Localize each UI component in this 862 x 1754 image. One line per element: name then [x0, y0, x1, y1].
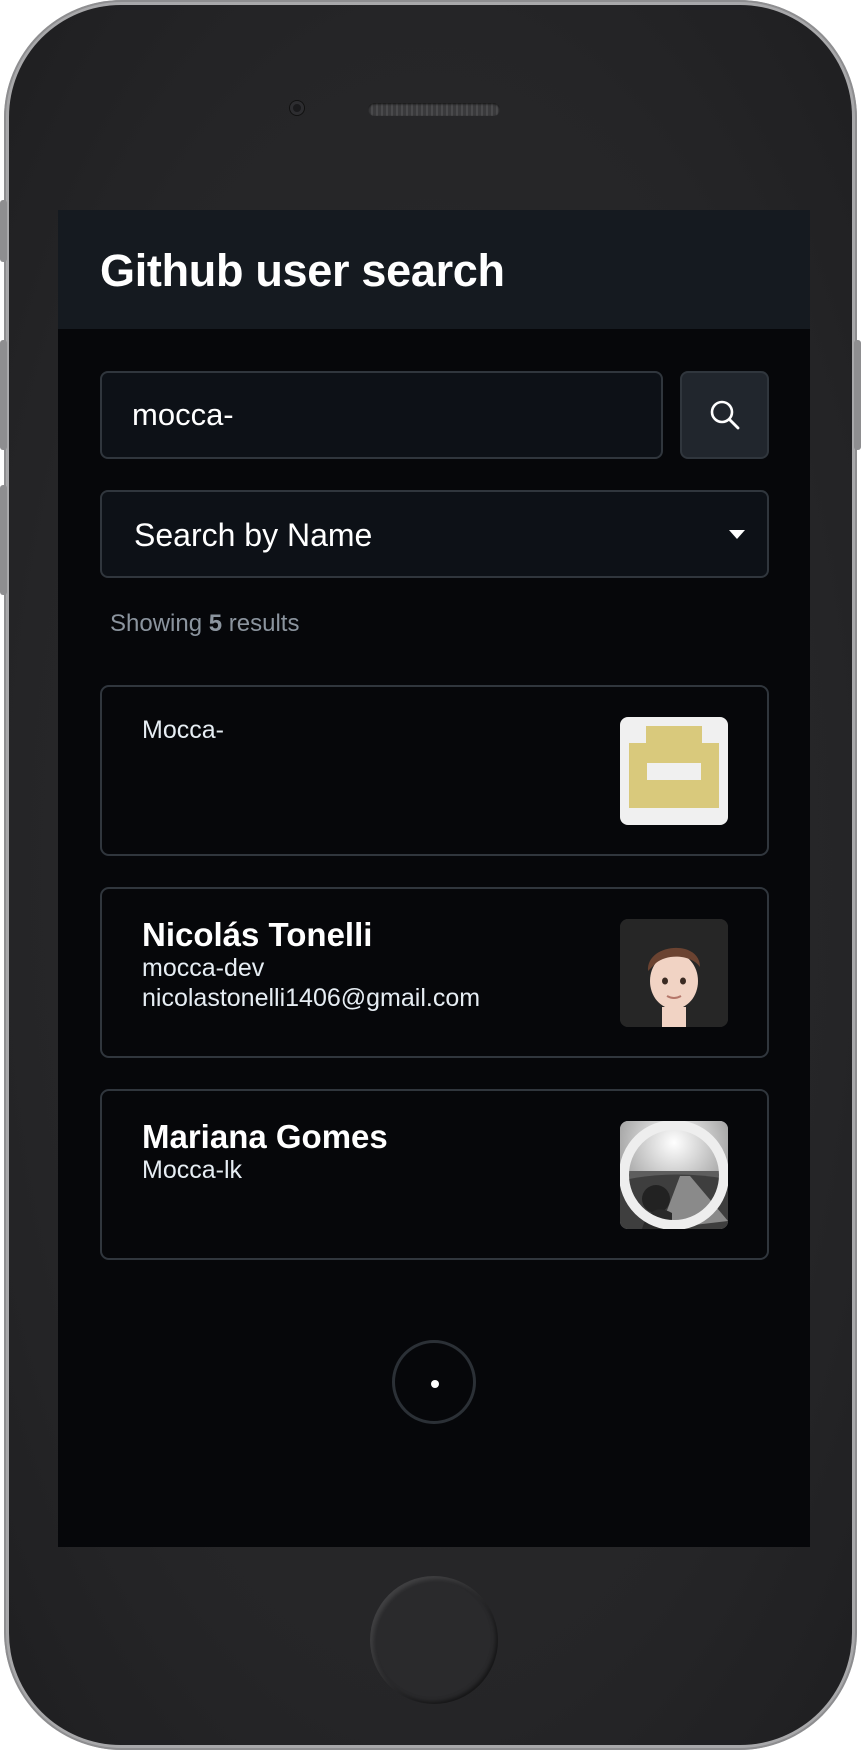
- memoji-avatar: [620, 919, 728, 1027]
- search-input[interactable]: [100, 371, 663, 459]
- user-login: Mocca-lk: [142, 1156, 243, 1184]
- app-screen: Github user search Search by Name Showin…: [58, 210, 810, 1547]
- results-count: 5: [208, 610, 223, 637]
- loader-dot: [431, 1380, 439, 1388]
- identicon-avatar: [620, 717, 728, 825]
- app-header: Github user search: [58, 210, 810, 329]
- volume-down-button: [0, 485, 7, 595]
- page-title: Github user search: [100, 245, 505, 296]
- home-button[interactable]: [370, 1576, 498, 1704]
- user-email: nicolastonelli1406@gmail.com: [142, 984, 481, 1012]
- user-card[interactable]: Mariana Gomes Mocca-lk: [100, 1089, 769, 1260]
- caret-down-icon: [729, 530, 745, 539]
- loading-spinner: [392, 1340, 476, 1424]
- results-summary: Showing 5 results: [110, 610, 299, 638]
- volume-up-button: [0, 340, 7, 450]
- user-name: Nicolás Tonelli: [142, 916, 373, 953]
- user-card-text: Mariana Gomes Mocca-lk: [142, 1119, 388, 1185]
- search-icon: [710, 400, 739, 430]
- user-card-text: Nicolás Tonelli mocca-dev nicolastonelli…: [142, 917, 480, 1013]
- user-card[interactable]: Nicolás Tonelli mocca-dev nicolastonelli…: [100, 887, 769, 1058]
- phone-frame: Github user search Search by Name Showin…: [0, 0, 861, 1750]
- results-prefix: Showing: [110, 610, 203, 637]
- search-type-value: Search by Name: [134, 517, 373, 553]
- user-login: mocca-dev: [142, 954, 265, 982]
- user-label: Mocca-: [142, 716, 224, 744]
- user-name: Mariana Gomes: [142, 1118, 388, 1155]
- results-suffix: results: [228, 610, 300, 637]
- earpiece-speaker: [368, 103, 500, 116]
- user-card-text: Mocca-: [142, 715, 224, 745]
- search-button[interactable]: [680, 371, 769, 459]
- power-button: [854, 340, 861, 450]
- user-card[interactable]: Mocca-: [100, 685, 769, 856]
- search-type-select[interactable]: Search by Name: [100, 490, 769, 578]
- photo-avatar: [620, 1121, 728, 1229]
- front-camera: [290, 101, 304, 115]
- silent-switch: [0, 200, 7, 262]
